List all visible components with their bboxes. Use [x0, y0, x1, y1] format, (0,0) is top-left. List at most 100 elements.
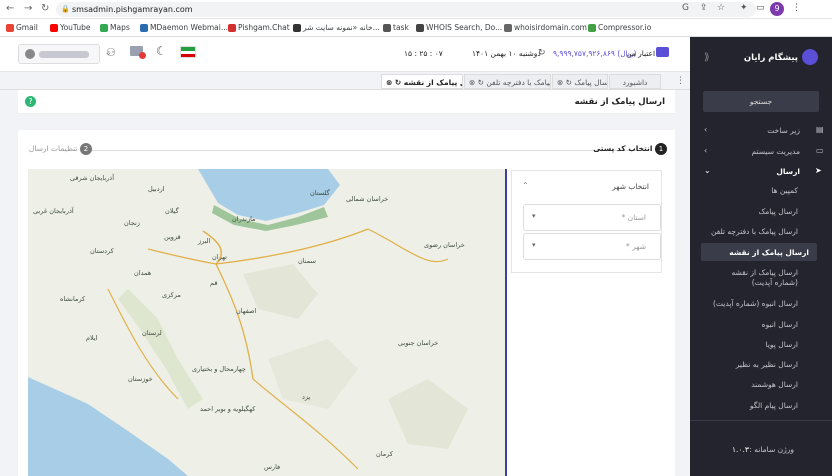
map-label: اصفهان	[236, 307, 257, 315]
profile-avatar[interactable]: 9	[770, 2, 784, 16]
sidebar-active-item[interactable]: ارسال پیامک از نقشه	[701, 243, 817, 261]
star-icon[interactable]: ☆	[717, 3, 725, 13]
sidebar-item-smart[interactable]: ارسال هوشمند	[751, 380, 798, 389]
reload-icon[interactable]: ↻	[41, 3, 49, 14]
user-menu[interactable]: ⌄	[18, 44, 112, 64]
address-bar[interactable]: 🔒 smsadmin.pishgamrayan.com	[56, 2, 756, 17]
map-divider	[505, 169, 507, 476]
city-placeholder: شهر *	[625, 242, 646, 251]
zagros-relief	[118, 289, 203, 409]
tab-send-sms[interactable]: ⊗ ↻ ارسال پیامک	[552, 74, 608, 89]
chevron-left-icon: ‹	[704, 125, 708, 134]
tabs-menu-icon[interactable]: ⋮	[676, 76, 685, 86]
google-icon[interactable]: G	[682, 3, 689, 13]
map-label: آذربایجان شرقی	[70, 174, 115, 182]
iran-flag-icon[interactable]	[180, 46, 196, 58]
url-text: smsadmin.pishgamrayan.com	[72, 5, 193, 14]
refresh-icon[interactable]: ↻	[538, 48, 546, 58]
step-number: 1	[655, 143, 667, 155]
brand-name: پیشگام رایان	[743, 53, 798, 63]
bookmark-youtube[interactable]: YouTube	[50, 23, 91, 33]
credit-value: ۹,۹۹۹,۷۵۷,۹۲۶,۸۶۹ (ریال)	[553, 49, 637, 58]
browser-toolbar: ← → ↻ 🔒 smsadmin.pishgamrayan.com G ⇪ ☆ …	[0, 0, 832, 19]
map-label: همدان	[134, 269, 152, 277]
city-panel-title: انتخاب شهر	[612, 182, 649, 191]
bookmark-maps[interactable]: Maps	[100, 23, 130, 33]
tab-map-sms[interactable]: ⊗ ↻ ارسال پیامک از نقشه	[381, 74, 463, 89]
sidebar-item-infrastructure[interactable]: زیر ساخت	[767, 126, 800, 135]
map-label: لرستان	[142, 329, 162, 337]
map-label: قم	[210, 279, 218, 287]
chevron-left-icon: ‹	[704, 146, 708, 155]
close-icon[interactable]: ⊗ ↻	[469, 78, 486, 87]
road	[147, 248, 217, 265]
map-label: خراسان رضوی	[424, 241, 465, 249]
sidebar-item-bulk-updated[interactable]: ارسال انبوه (شماره آپدیت)	[713, 299, 798, 308]
credit-label: اعتبار من :	[626, 49, 660, 58]
bookmark-pishgam-chat[interactable]: Pishgam.Chat	[228, 23, 290, 33]
server-icon: ▤	[816, 125, 824, 134]
tab-bar: ⊗ ↻ ارسال پیامک از نقشه ⊗ ↻ ارسال پیامک …	[0, 73, 690, 90]
map-label: گلستان	[310, 189, 330, 197]
bookmark-gmail[interactable]: Gmail	[6, 23, 38, 33]
logo-icon	[802, 49, 818, 65]
sidebar-item-campaigns[interactable]: کمپین ها	[771, 186, 798, 195]
bookmark-mdaemon[interactable]: MDaemon Webmai...	[140, 23, 228, 33]
sidebar-item-map-sms-updated[interactable]: ارسال پیامک از نقشه (شماره آپدیت)	[708, 268, 798, 288]
forward-icon[interactable]: →	[24, 3, 32, 14]
bookmark-home[interactable]: خانه «نمونه سایت شر...	[293, 23, 380, 33]
sidebar-item-phonebook-sms[interactable]: ارسال پیامک با دفترچه تلفن	[711, 227, 798, 236]
sidebar-item-system-management[interactable]: مدیریت سیستم	[751, 147, 800, 156]
sidebar-item-send-sms[interactable]: ارسال پیامک	[759, 207, 798, 216]
road	[215, 228, 369, 265]
map-label: قزوین	[164, 233, 181, 241]
close-icon[interactable]: ⊗ ↻	[557, 78, 574, 87]
step-1[interactable]: 1 انتخاب کد پستی	[593, 143, 667, 157]
step-label: تنظیمات ارسال	[28, 144, 78, 153]
share-icon[interactable]: ⇪	[700, 3, 708, 13]
map[interactable]: آذربایجان شرقی آذربایجان غربی اردبیل گیل…	[28, 169, 505, 476]
dark-mode-icon[interactable]: ☾	[156, 44, 167, 58]
map-label: زنجان	[124, 219, 140, 227]
map-label: تهران	[212, 253, 227, 261]
bookmark-whoisir[interactable]: whoisirdomain.com	[504, 23, 587, 33]
step-2[interactable]: 2 تنظیمات ارسال	[27, 143, 92, 157]
map-label: البرز	[198, 237, 211, 245]
map-label: مازندران	[232, 215, 256, 223]
tab-dashboard[interactable]: داشبورد	[609, 74, 661, 89]
collapse-icon[interactable]: ⟫	[704, 52, 710, 63]
map-label: مرکزی	[162, 291, 181, 299]
map-label: یزد	[302, 393, 311, 401]
help-icon[interactable]: ?	[25, 96, 36, 107]
sidebar-item-bulk[interactable]: ارسال انبوه	[762, 320, 798, 329]
step-number: 2	[80, 143, 92, 155]
search-button[interactable]: جستجو	[703, 91, 819, 112]
monitor-icon: ▭	[816, 146, 824, 155]
version-value: ۱.۰.۳	[732, 445, 749, 454]
tabsearch-icon[interactable]: ▭	[756, 3, 765, 13]
bookmark-task[interactable]: task	[383, 23, 409, 33]
province-placeholder: استان *	[621, 213, 646, 222]
caret-down-icon: ▾	[532, 241, 536, 249]
bookmark-whois[interactable]: WHOIS Search, Do...	[416, 23, 502, 33]
bookmark-compressor[interactable]: Compressor.io	[588, 23, 651, 33]
date: دوشنبه ۱۰ بهمن ۱۴۰۱	[472, 49, 541, 58]
extension-icon[interactable]: ✦	[740, 3, 748, 13]
close-icon[interactable]: ⊗ ↻	[386, 78, 404, 87]
chevron-up-icon[interactable]: ⌃	[522, 181, 529, 190]
province-select[interactable]: استان * ▾	[523, 204, 661, 231]
sidebar-item-peer-to-peer[interactable]: ارسال نظیر به نظیر	[736, 360, 798, 369]
sidebar-item-template[interactable]: ارسال پیام الگو	[750, 401, 798, 410]
back-icon[interactable]: ←	[6, 3, 14, 14]
network-icon[interactable]: ⚇	[106, 46, 116, 59]
map-label: اردبیل	[148, 185, 165, 193]
city-select[interactable]: شهر * ▾	[523, 233, 661, 260]
menu-icon[interactable]: ⋮	[792, 3, 801, 13]
tab-phonebook-sms[interactable]: ⊗ ↻ ارسال پیامک با دفترچه تلفن	[464, 74, 551, 89]
sidebar-item-dynamic[interactable]: ارسال پویا	[766, 340, 798, 349]
bookmarks-bar: Gmail YouTube Maps MDaemon Webmai... Pis…	[0, 19, 832, 37]
divider	[690, 420, 832, 421]
version-label: ورژن سامانه :	[749, 445, 794, 454]
sidebar-item-send[interactable]: ارسال	[776, 167, 800, 176]
step-label: انتخاب کد پستی	[593, 144, 653, 153]
